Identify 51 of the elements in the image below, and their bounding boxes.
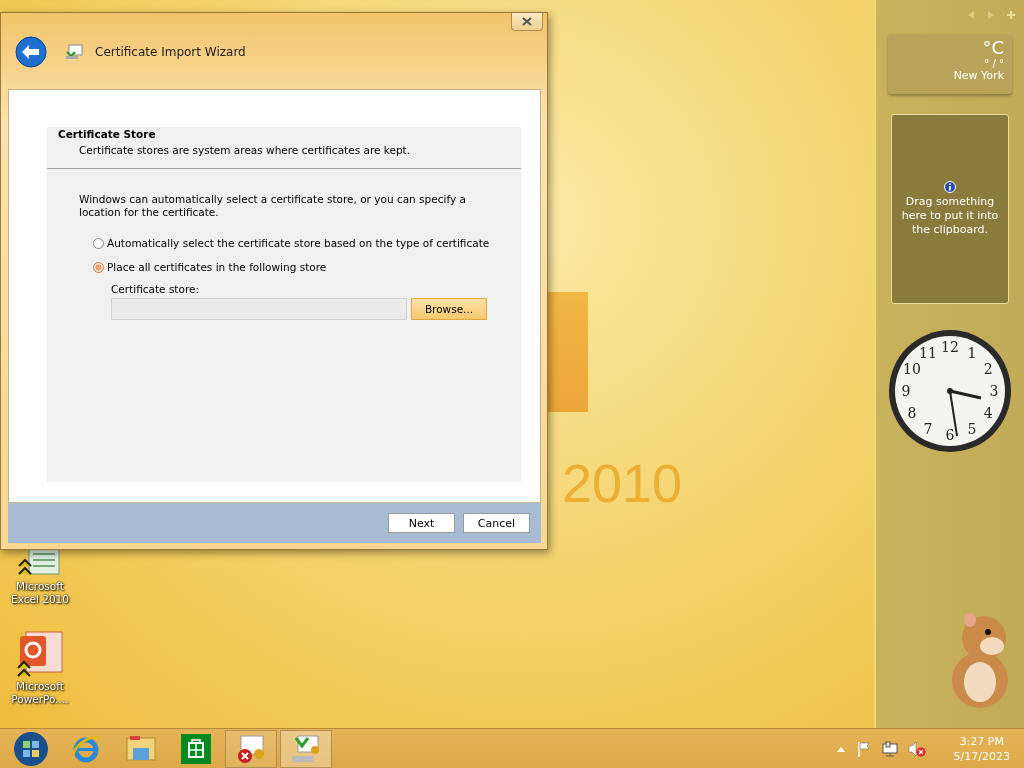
clock-numeral: 9	[901, 383, 911, 399]
temperature-range: ° / °	[984, 58, 1004, 69]
clock-numeral: 6	[945, 427, 955, 443]
temperature-text: °C	[982, 38, 1004, 58]
radio-button[interactable]	[93, 237, 104, 249]
window-title: Certificate Import Wizard	[95, 45, 246, 59]
page-description: Certificate stores are system areas where certificates are kept.	[78, 144, 412, 156]
back-button[interactable]	[15, 36, 47, 68]
clipboard-message: Drag something here to put it into the clipboard.	[900, 195, 1000, 237]
clock-numeral: 11	[919, 344, 937, 361]
speaker-icon[interactable]	[907, 741, 926, 757]
clock-numeral: 5	[967, 421, 977, 438]
clock-numeral: 1	[967, 344, 977, 361]
dialog-button[interactable]: Cancel	[463, 513, 530, 533]
clock-numeral: 10	[903, 361, 921, 377]
clock-numeral: 2	[983, 361, 993, 377]
store-option[interactable]: Automatically select the certificate store based on the type of certificate	[93, 231, 501, 255]
city-name: New York	[953, 69, 1004, 82]
certificate-import-icon	[290, 734, 322, 764]
close-button[interactable]	[511, 13, 543, 31]
wallpaper-text: 2010	[562, 452, 683, 514]
browse-button[interactable]: Browse...	[411, 298, 487, 320]
clipboard-gadget[interactable]: Drag something here to put it into the clipboard.	[891, 114, 1009, 304]
intro-text: Windows can automatically select a certificate store, or you can specify a location for the certificate.	[79, 193, 467, 219]
dialog-button[interactable]: Next	[388, 513, 455, 533]
flag-icon[interactable]	[855, 741, 872, 757]
clock-numeral: 12	[941, 339, 959, 355]
certificate-error-icon	[235, 734, 267, 764]
taskbar-button[interactable]	[225, 730, 277, 768]
weather-gadget[interactable]: °C ° / ° New York	[888, 34, 1012, 94]
clock-numeral: 3	[989, 383, 999, 399]
field-label: Certificate store:	[111, 283, 200, 295]
clock-numeral: 7	[923, 421, 933, 438]
spreadsheet-shortcut-icon[interactable]	[17, 548, 63, 578]
clock-numeral: 8	[907, 405, 917, 421]
certificate-icon	[65, 44, 83, 60]
add-gadget-icon[interactable]	[1006, 10, 1016, 20]
store-icon	[181, 734, 211, 764]
presentation-shortcut-icon[interactable]	[16, 630, 64, 678]
taskbar-button[interactable]	[280, 730, 332, 768]
network-icon[interactable]	[881, 741, 898, 757]
close-icon	[522, 17, 532, 26]
folder-icon	[125, 734, 157, 764]
show-hidden-icons-icon[interactable]	[835, 745, 846, 753]
radio-button[interactable]	[93, 261, 104, 273]
clock-numeral: 4	[983, 405, 993, 421]
browser-icon	[70, 733, 102, 765]
page-title: Certificate Store	[58, 127, 157, 141]
start-orb-icon	[13, 731, 49, 767]
store-option[interactable]: Place all certificates in the following store	[93, 255, 501, 279]
info-icon	[944, 181, 956, 193]
